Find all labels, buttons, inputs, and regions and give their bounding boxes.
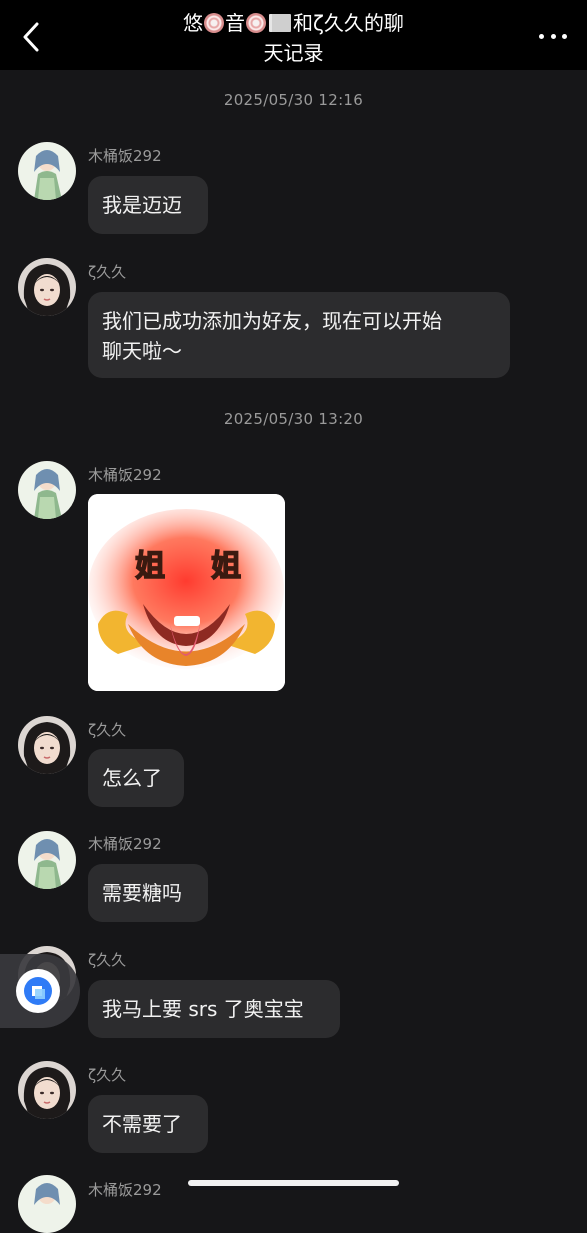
avatar[interactable] xyxy=(18,716,76,774)
back-button[interactable] xyxy=(18,20,44,54)
sender-name: ζ久久 xyxy=(88,1066,127,1084)
message-bubble[interactable]: 需要糖吗 xyxy=(88,864,208,922)
avatar-photo-icon xyxy=(18,258,76,316)
more-dots-icon xyxy=(539,33,567,39)
sender-name: 木桶饭292 xyxy=(88,835,162,853)
avatar-photo-icon xyxy=(18,1061,76,1119)
message-text: 怎么了 xyxy=(102,766,162,790)
sender-name: ζ久久 xyxy=(88,263,127,281)
sender-name: 木桶饭292 xyxy=(88,147,162,165)
avatar[interactable] xyxy=(18,258,76,316)
avatar[interactable] xyxy=(18,831,76,889)
floating-assistant-circle xyxy=(16,969,60,1013)
page-title: 悠音 和ζ久久的聊 天记录 xyxy=(120,8,467,68)
avatar-illustration-icon xyxy=(18,831,76,889)
floating-assistant-icon xyxy=(24,977,52,1005)
timestamp: 2025/05/30 13:20 xyxy=(223,410,364,428)
swirl-emoji-icon xyxy=(246,13,267,33)
title-part-2: 音 xyxy=(225,11,246,35)
message-bubble[interactable]: 怎么了 xyxy=(88,749,184,807)
home-indicator[interactable] xyxy=(188,1180,399,1186)
sticker-text: 姐 xyxy=(211,549,241,584)
timestamp: 2025/05/30 12:16 xyxy=(223,91,364,109)
sender-name: ζ久久 xyxy=(88,951,127,969)
swirl-emoji-icon xyxy=(204,13,225,33)
title-part-3: 和ζ久久 xyxy=(293,11,364,35)
avatar-illustration-icon xyxy=(18,461,76,519)
message-bubble[interactable]: 不需要了 xyxy=(88,1095,208,1153)
message-text: 我是迈迈 xyxy=(102,193,182,217)
message-text: 需要糖吗 xyxy=(102,881,182,905)
fire-face-sticker-icon: 姐 姐 xyxy=(88,494,285,691)
avatar[interactable] xyxy=(18,142,76,200)
message-bubble[interactable]: 我们已成功添加为好友，现在可以开始 聊天啦～ xyxy=(88,292,510,378)
avatar-photo-icon xyxy=(18,716,76,774)
sender-name: 木桶饭292 xyxy=(88,466,162,484)
sender-name: ζ久久 xyxy=(88,721,127,739)
sticker-text: 姐 xyxy=(135,549,165,584)
avatar[interactable] xyxy=(18,461,76,519)
message-text-line: 我们已成功添加为好友，现在可以开始 xyxy=(102,309,442,333)
white-flag-icon xyxy=(269,14,292,32)
floating-assistant-button[interactable] xyxy=(0,954,80,1028)
message-text-line: 聊天啦～ xyxy=(102,339,182,363)
message-bubble[interactable]: 我是迈迈 xyxy=(88,176,208,234)
chat-header: 悠音 和ζ久久的聊 天记录 xyxy=(0,0,587,70)
avatar[interactable] xyxy=(18,1175,76,1233)
avatar[interactable] xyxy=(18,1061,76,1119)
sender-name: 木桶饭292 xyxy=(88,1181,162,1199)
back-chevron-icon xyxy=(23,22,39,52)
avatar-illustration-icon xyxy=(18,1175,76,1233)
sticker-image[interactable]: 姐 姐 xyxy=(88,494,285,691)
title-part-4: 的聊 xyxy=(363,11,404,35)
title-part-1: 悠 xyxy=(183,11,204,35)
message-text: 我马上要 srs 了奥宝宝 xyxy=(102,997,304,1021)
message-text: 不需要了 xyxy=(102,1112,182,1136)
more-options-button[interactable] xyxy=(539,26,567,46)
message-bubble[interactable]: 我马上要 srs 了奥宝宝 xyxy=(88,980,340,1038)
avatar-illustration-icon xyxy=(18,142,76,200)
title-line-2: 天记录 xyxy=(263,41,324,65)
